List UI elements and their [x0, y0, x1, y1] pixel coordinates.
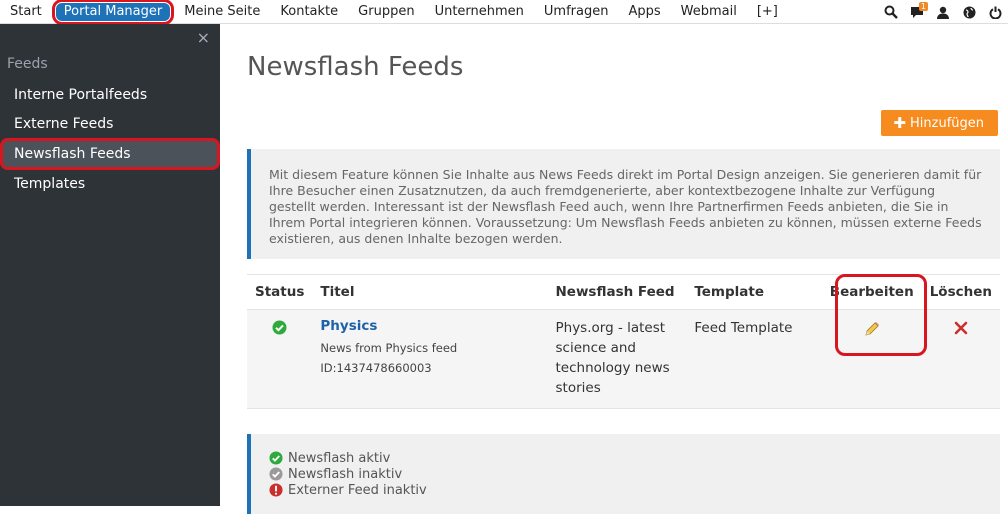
main-menu: Start Portal Manager Meine Seite Kontakt…	[0, 0, 788, 25]
search-icon[interactable]	[878, 0, 904, 24]
status-inactive-icon	[269, 467, 283, 481]
feed-id: ID:1437478660003	[320, 361, 432, 375]
legend-label: Newsflash aktiv	[288, 450, 391, 466]
nav-webmail[interactable]: Webmail	[671, 0, 747, 24]
status-active-icon	[272, 320, 287, 335]
info-box: Mit diesem Feature können Sie Inhalte au…	[247, 149, 1000, 259]
nav-meine-seite[interactable]: Meine Seite	[174, 0, 270, 24]
plus-icon: ✚	[893, 114, 906, 132]
feed-subtitle: News from Physics feed	[320, 341, 458, 355]
sidebar-item-newsflash-feeds[interactable]: Newsflash Feeds	[0, 138, 220, 170]
user-icon[interactable]	[930, 0, 956, 24]
template-cell: Feed Template	[686, 309, 822, 409]
edit-pencil-icon[interactable]	[864, 321, 880, 337]
power-icon[interactable]	[982, 0, 1008, 24]
close-sidebar-icon[interactable]: ×	[197, 28, 210, 47]
sidebar-section-feeds: Feeds	[7, 56, 48, 72]
main-content: Newsflash Feeds ✚ Hinzufügen Mit diesem …	[220, 24, 1008, 514]
feeds-table: Status Titel Newsflash Feed Template Bea…	[247, 274, 1000, 409]
delete-cell	[921, 309, 1000, 409]
messages-icon[interactable]: 1	[904, 0, 930, 24]
nav-portal-manager[interactable]: Portal Manager	[51, 0, 175, 25]
column-header-bearbeiten: Bearbeiten	[821, 274, 922, 310]
nav-more[interactable]: [+]	[747, 0, 788, 24]
column-header-loeschen: Löschen	[921, 274, 1000, 310]
status-active-icon	[269, 451, 283, 465]
title-cell: Physics News from Physics feed ID:143747…	[312, 309, 548, 409]
nav-start[interactable]: Start	[0, 0, 52, 24]
column-header-status: Status	[247, 274, 313, 310]
table-row: Physics News from Physics feed ID:143747…	[247, 309, 1000, 409]
delete-icon[interactable]	[954, 321, 968, 335]
sidebar-item-interne-portalfeeds[interactable]: Interne Portalfeeds	[14, 87, 147, 103]
notification-badge: 1	[918, 2, 928, 11]
legend-item-external-inactive: Externer Feed inaktiv	[269, 482, 1000, 498]
column-header-newsflash-feed: Newsflash Feed	[547, 274, 687, 310]
nav-apps[interactable]: Apps	[618, 0, 670, 24]
status-cell	[247, 309, 313, 409]
status-error-icon	[269, 483, 283, 497]
newsflash-feed-cell: Phys.org - latest science and technology…	[547, 309, 687, 409]
page-title: Newsflash Feeds	[247, 52, 464, 82]
feed-title-link[interactable]: Physics	[320, 318, 539, 334]
sidebar: × Feeds Interne Portalfeeds Externe Feed…	[0, 24, 220, 506]
legend-label: Externer Feed inaktiv	[288, 482, 427, 498]
sidebar-item-externe-feeds[interactable]: Externe Feeds	[14, 116, 113, 132]
table-header-row: Status Titel Newsflash Feed Template Bea…	[247, 274, 1000, 310]
legend-label: Newsflash inaktiv	[288, 466, 403, 482]
top-icons: 1	[878, 0, 1008, 24]
edit-cell	[821, 309, 922, 409]
sidebar-item-templates[interactable]: Templates	[14, 176, 85, 192]
nav-umfragen[interactable]: Umfragen	[534, 0, 619, 24]
add-button[interactable]: ✚ Hinzufügen	[881, 110, 998, 136]
info-text: Mit diesem Feature können Sie Inhalte au…	[269, 167, 982, 246]
nav-gruppen[interactable]: Gruppen	[348, 0, 424, 24]
nav-unternehmen[interactable]: Unternehmen	[425, 0, 534, 24]
globe-icon[interactable]	[956, 0, 982, 24]
status-legend: Newsflash aktiv Newsflash inaktiv Extern…	[247, 434, 1000, 514]
column-header-template: Template	[686, 274, 822, 310]
nav-kontakte[interactable]: Kontakte	[270, 0, 348, 24]
legend-item-inactive: Newsflash inaktiv	[269, 466, 1000, 482]
add-button-label: Hinzufügen	[910, 115, 984, 131]
column-header-titel: Titel	[312, 274, 548, 310]
top-navigation: Start Portal Manager Meine Seite Kontakt…	[0, 0, 1008, 25]
legend-item-active: Newsflash aktiv	[269, 450, 1000, 466]
